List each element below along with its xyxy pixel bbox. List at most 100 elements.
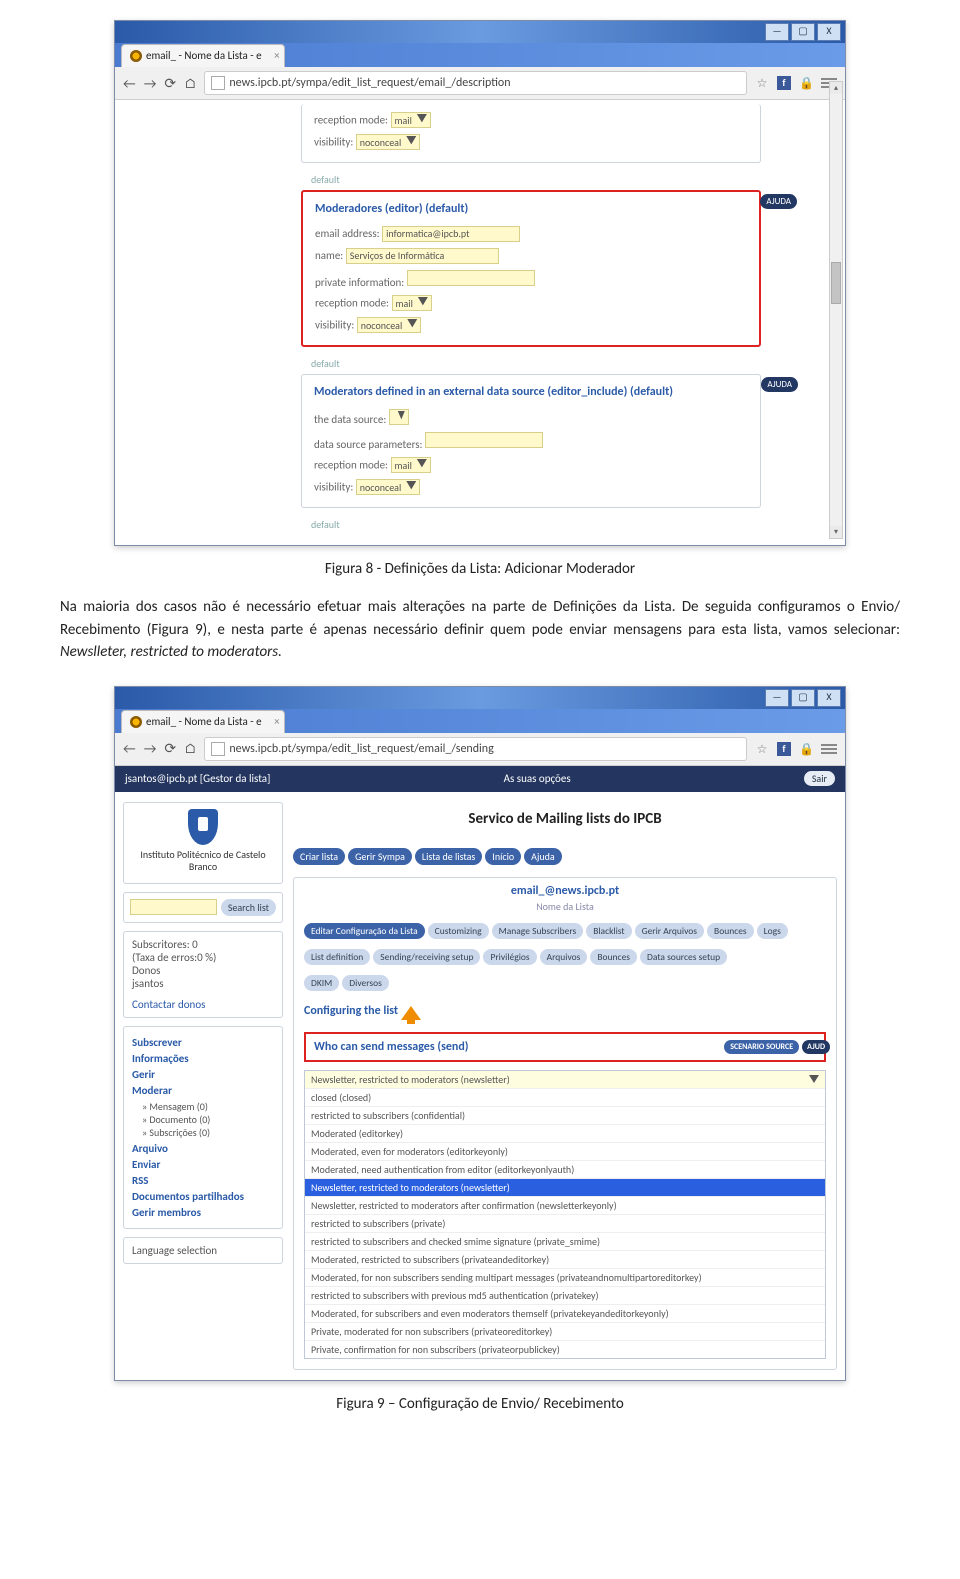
send-permission-select[interactable]: Newsletter, restricted to moderators (ne… (304, 1070, 826, 1359)
data-source-params-input[interactable] (425, 432, 543, 448)
tab-pill[interactable]: Data sources setup (640, 949, 727, 965)
email-input[interactable]: informatica@ipcb.pt (382, 226, 520, 242)
sidebar-item-info[interactable]: Informações (132, 1052, 274, 1065)
browser-tab[interactable]: email_ - Nome da Lista - e × (121, 44, 285, 67)
window-close-button[interactable]: X (817, 689, 841, 707)
sidebar-item-moderate[interactable]: Moderar (132, 1084, 274, 1097)
tab-pill[interactable]: DKIM (304, 975, 339, 991)
dropdown-option[interactable]: restricted to subscribers and checked sm… (305, 1232, 825, 1250)
tab-close-icon[interactable]: × (274, 711, 279, 733)
sidebar-item-send[interactable]: Enviar (132, 1158, 274, 1171)
help-badge[interactable]: AJUD (802, 1040, 830, 1054)
tab-pill[interactable]: Privilégios (483, 949, 536, 965)
scroll-up-icon[interactable]: ▴ (830, 82, 842, 94)
forward-icon[interactable]: → (144, 740, 157, 757)
help-badge[interactable]: AJUDA (760, 194, 797, 209)
visibility-select[interactable]: noconceal (356, 479, 421, 495)
tab-pill[interactable]: Arquivos (540, 949, 588, 965)
tab-pill[interactable]: Bounces (707, 923, 754, 939)
dropdown-option[interactable]: Moderated (editorkey) (305, 1124, 825, 1142)
url-input[interactable]: news.ipcb.pt/sympa/edit_list_request/ema… (204, 737, 747, 761)
bookmark-star-icon[interactable]: ☆ (755, 76, 769, 90)
sidebar-item-members[interactable]: Gerir membros (132, 1206, 274, 1219)
dropdown-option[interactable]: restricted to subscribers with previous … (305, 1286, 825, 1304)
private-info-input[interactable] (407, 270, 535, 286)
main-nav: Criar listaGerir SympaLista de listasIní… (293, 848, 837, 865)
home-icon[interactable]: ⌂ (184, 740, 196, 757)
scroll-down-icon[interactable]: ▾ (830, 526, 842, 538)
name-input[interactable]: Serviços de Informática (346, 248, 499, 264)
window-close-button[interactable]: X (817, 23, 841, 41)
back-icon[interactable]: ← (123, 75, 136, 92)
window-minimize-button[interactable]: — (765, 23, 789, 41)
dropdown-option[interactable]: restricted to subscribers (confidential) (305, 1106, 825, 1124)
help-badge[interactable]: AJUDA (761, 377, 798, 392)
tab-pill[interactable]: Logs (757, 923, 788, 939)
reception-mode-select[interactable]: mail (391, 457, 431, 473)
tab-pill[interactable]: List definition (304, 949, 370, 965)
sidebar-item-rss[interactable]: RSS (132, 1174, 274, 1187)
scrollbar-thumb[interactable] (831, 262, 841, 304)
nav-button[interactable]: Criar lista (293, 848, 345, 865)
bookmark-star-icon[interactable]: ☆ (755, 742, 769, 756)
scenario-source-badge[interactable]: SCENARIO SOURCE (724, 1040, 799, 1054)
contact-owners-link[interactable]: Contactar donos (132, 998, 205, 1011)
url-input[interactable]: news.ipcb.pt/sympa/edit_list_request/ema… (204, 71, 747, 95)
browser-tab[interactable]: email_ - Nome da Lista - e × (121, 710, 285, 733)
dropdown-option[interactable]: Private, moderated for non subscribers (… (305, 1322, 825, 1340)
sidebar-sub-document[interactable]: » Documento (0) (142, 1113, 274, 1126)
tab-pill[interactable]: Diversos (342, 975, 389, 991)
dropdown-option[interactable]: Moderated, need authentication from edit… (305, 1160, 825, 1178)
dropdown-option[interactable]: Newsletter, restricted to moderators (ne… (305, 1178, 825, 1196)
language-panel[interactable]: Language selection (123, 1237, 283, 1264)
data-source-select[interactable] (389, 409, 409, 425)
dropdown-option[interactable]: restricted to subscribers (private) (305, 1214, 825, 1232)
search-input[interactable] (130, 899, 217, 915)
nav-button[interactable]: Lista de listas (415, 848, 482, 865)
sidebar-sub-subscriptions[interactable]: » Subscrições (0) (142, 1126, 274, 1139)
dropdown-option[interactable]: Moderated, even for moderators (editorke… (305, 1142, 825, 1160)
visibility-select[interactable]: noconceal (356, 134, 421, 150)
menu-icon[interactable] (821, 744, 837, 754)
home-icon[interactable]: ⌂ (184, 75, 196, 92)
reception-mode-select[interactable]: mail (392, 295, 432, 311)
reception-mode-select[interactable]: mail (391, 112, 431, 128)
vertical-scrollbar[interactable]: ▴ ▾ (829, 81, 843, 539)
logout-button[interactable]: Sair (804, 771, 835, 786)
reload-icon[interactable]: ⟳ (164, 740, 176, 757)
dropdown-option[interactable]: Moderated, for non subscribers sending m… (305, 1268, 825, 1286)
window-minimize-button[interactable]: — (765, 689, 789, 707)
sidebar-item-shared-docs[interactable]: Documentos partilhados (132, 1190, 274, 1203)
dropdown-option[interactable]: Private, confirmation for non subscriber… (305, 1340, 825, 1358)
sidebar-item-manage[interactable]: Gerir (132, 1068, 274, 1081)
dropdown-option[interactable]: Moderated, for subscribers and even mode… (305, 1304, 825, 1322)
facebook-icon[interactable]: f (777, 742, 791, 756)
tab-pill[interactable]: Sending/receiving setup (373, 949, 480, 965)
forward-icon[interactable]: → (144, 75, 157, 92)
sidebar-item-archive[interactable]: Arquivo (132, 1142, 274, 1155)
visibility-select[interactable]: noconceal (357, 317, 422, 333)
back-icon[interactable]: ← (123, 740, 136, 757)
nav-button[interactable]: Gerir Sympa (348, 848, 412, 865)
sidebar-item-subscribe[interactable]: Subscrever (132, 1036, 274, 1049)
window-maximize-button[interactable]: ▢ (791, 689, 815, 707)
nav-button[interactable]: Ajuda (524, 848, 561, 865)
dropdown-option[interactable]: closed (closed) (305, 1088, 825, 1106)
window-maximize-button[interactable]: ▢ (791, 23, 815, 41)
tab-pill[interactable]: Editar Configuração da Lista (304, 923, 425, 939)
tab-pill[interactable]: Customizing (428, 923, 489, 939)
reload-icon[interactable]: ⟳ (164, 75, 176, 92)
nav-button[interactable]: Início (485, 848, 521, 865)
tab-pill[interactable]: Manage Subscribers (492, 923, 584, 939)
tab-close-icon[interactable]: × (274, 45, 279, 67)
sidebar-sub-message[interactable]: » Mensagem (0) (142, 1100, 274, 1113)
body-paragraph: Na maioria dos casos não é necessário ef… (60, 596, 900, 664)
tab-pill[interactable]: Bounces (590, 949, 637, 965)
tab-pill[interactable]: Gerir Arquivos (635, 923, 704, 939)
dropdown-option[interactable]: Moderated, restricted to subscribers (pr… (305, 1250, 825, 1268)
facebook-icon[interactable]: f (777, 76, 791, 90)
tab-pill[interactable]: Blacklist (586, 923, 631, 939)
tab-title: email_ - Nome da Lista - e (146, 711, 262, 733)
search-button[interactable]: Search list (221, 899, 276, 916)
dropdown-option[interactable]: Newsletter, restricted to moderators aft… (305, 1196, 825, 1214)
